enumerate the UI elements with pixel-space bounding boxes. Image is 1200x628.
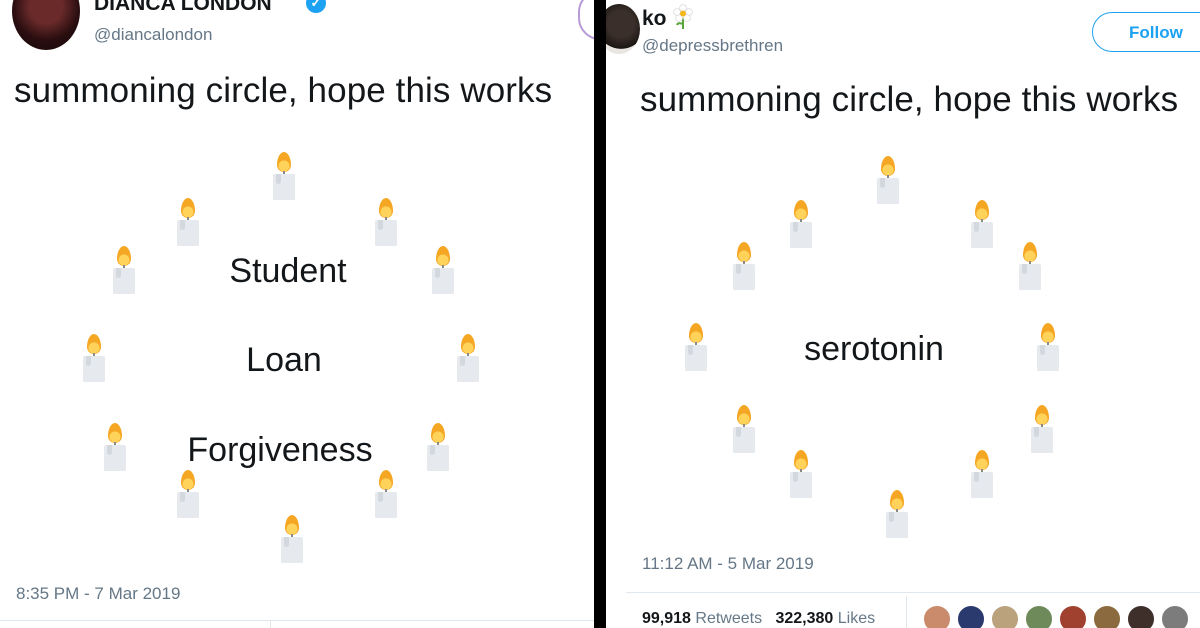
- follow-button-partial[interactable]: [578, 0, 594, 40]
- candle-icon: [875, 156, 901, 204]
- candle-icon: [111, 246, 137, 294]
- liker-avatar[interactable]: [1058, 604, 1088, 628]
- candle-icon: [175, 198, 201, 246]
- candle-icon: [425, 423, 451, 471]
- candle-icon: [271, 152, 297, 200]
- liker-avatar[interactable]: [956, 604, 986, 628]
- candle-icon: [175, 470, 201, 518]
- candle-icon: [455, 334, 481, 382]
- candle-icon: [1035, 323, 1061, 371]
- left-tweet-panel: DIANCA LONDON ✓ @diancalondon summoning …: [0, 0, 594, 628]
- candle-icon: [81, 334, 107, 382]
- candle-icon: [969, 450, 995, 498]
- left-display-name[interactable]: DIANCA LONDON: [94, 0, 272, 16]
- right-timestamp[interactable]: 11:12 AM - 5 Mar 2019: [642, 554, 814, 574]
- retweets-count: 99,918: [642, 610, 691, 627]
- candle-icon: [884, 490, 910, 538]
- candle-icon: [373, 470, 399, 518]
- circle-word-loan: Loan: [246, 341, 322, 379]
- candle-icon: [969, 200, 995, 248]
- retweets-label: Retweets: [695, 610, 763, 627]
- candle-icon: [102, 423, 128, 471]
- right-avatar[interactable]: [606, 4, 640, 54]
- candle-icon: [788, 450, 814, 498]
- right-handle[interactable]: @depressbrethren: [642, 36, 783, 56]
- circle-word-student: Student: [229, 252, 347, 290]
- candle-icon: [731, 405, 757, 453]
- daisy-flower-icon: [672, 4, 694, 30]
- left-divider-line: [0, 620, 594, 621]
- candle-icon: [788, 200, 814, 248]
- candle-icon: [1029, 405, 1055, 453]
- right-divider-line: [626, 592, 1200, 593]
- liker-avatar[interactable]: [922, 604, 952, 628]
- left-handle[interactable]: @diancalondon: [94, 25, 212, 45]
- right-display-name[interactable]: ko: [642, 7, 667, 31]
- left-stats-separator: [270, 620, 271, 628]
- likes-count: 322,380: [775, 610, 834, 627]
- liker-avatar[interactable]: [1024, 604, 1054, 628]
- right-tweet-panel: ko @depressbrethren Follow summoning cir…: [606, 0, 1200, 628]
- stats-separator: [906, 596, 907, 628]
- circle-word-forgiveness: Forgiveness: [187, 431, 373, 469]
- likes-stat[interactable]: 322,380 Likes: [775, 610, 875, 627]
- liker-avatar[interactable]: [1092, 604, 1122, 628]
- candle-icon: [1017, 242, 1043, 290]
- verified-badge-icon: ✓: [306, 0, 326, 13]
- candle-icon: [279, 515, 305, 563]
- candle-icon: [731, 242, 757, 290]
- candle-icon: [373, 198, 399, 246]
- candle-icon: [430, 246, 456, 294]
- likes-label: Likes: [837, 610, 876, 627]
- candle-icon: [683, 323, 709, 371]
- left-timestamp[interactable]: 8:35 PM - 7 Mar 2019: [16, 584, 180, 604]
- left-tweet-text: summoning circle, hope this works: [14, 71, 553, 110]
- engagement-stats: 99,918 Retweets 322,380 Likes: [642, 610, 875, 628]
- follow-button[interactable]: Follow: [1092, 12, 1200, 52]
- panel-divider: [594, 0, 606, 628]
- left-avatar[interactable]: [12, 0, 80, 50]
- circle-word-serotonin: serotonin: [804, 330, 944, 368]
- right-tweet-text: summoning circle, hope this works: [640, 80, 1179, 119]
- liker-avatar[interactable]: [1126, 604, 1156, 628]
- liker-avatar[interactable]: [1160, 604, 1190, 628]
- liker-avatar[interactable]: [990, 604, 1020, 628]
- retweets-stat[interactable]: 99,918 Retweets: [642, 610, 762, 627]
